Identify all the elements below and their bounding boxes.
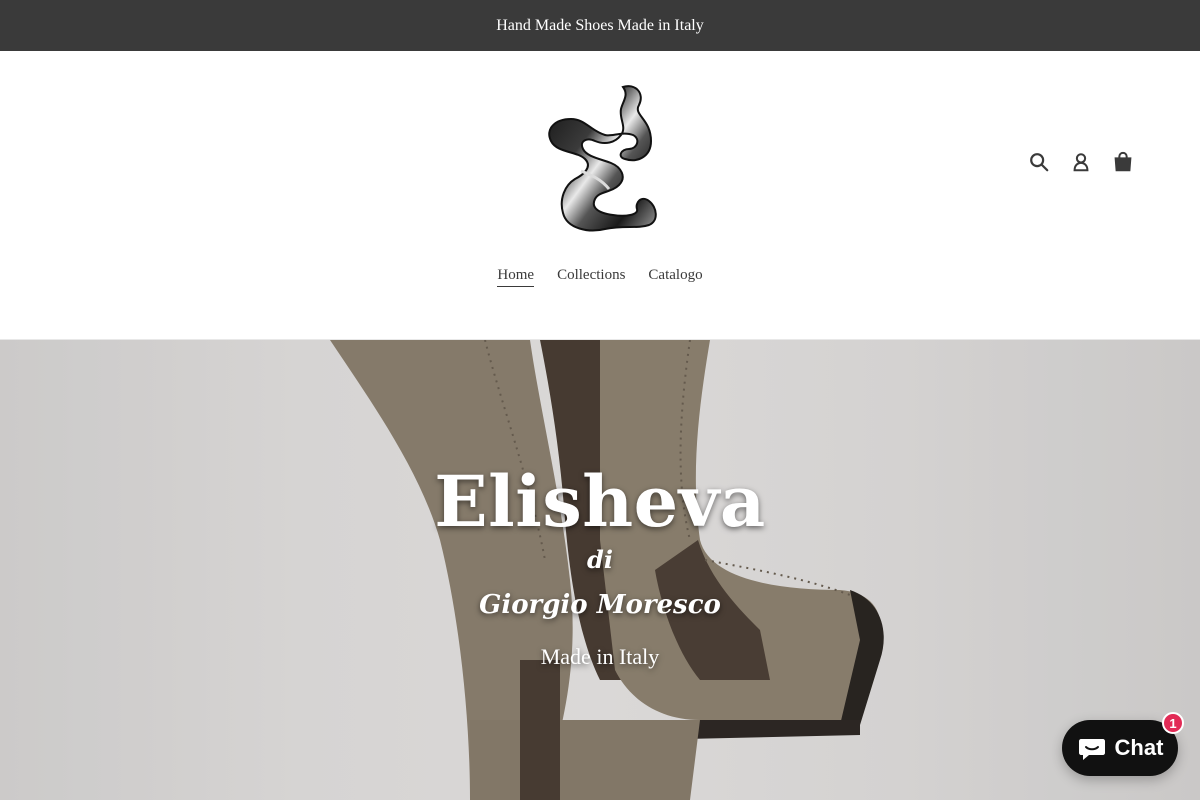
hero-subtitle: Made in Italy xyxy=(540,644,660,669)
search-icon[interactable] xyxy=(1026,149,1052,175)
cart-icon[interactable] xyxy=(1110,149,1136,175)
brand-logo[interactable] xyxy=(525,79,675,239)
account-icon[interactable] xyxy=(1068,149,1094,175)
hero-di: di xyxy=(587,545,613,574)
hero-name: Giorgio Moresco xyxy=(479,590,721,620)
chat-label: Chat xyxy=(1114,735,1164,760)
hero-title: Elisheva xyxy=(434,460,766,543)
chat-notification-badge: 1 xyxy=(1162,712,1184,734)
chat-bubble-icon xyxy=(1078,739,1105,760)
header-icons xyxy=(1026,149,1136,175)
nav-item-collections[interactable]: Collections xyxy=(557,267,625,287)
nav-item-catalogo[interactable]: Catalogo xyxy=(648,267,702,287)
main-nav: Home Collections Catalogo xyxy=(0,267,1200,287)
nav-item-home[interactable]: Home xyxy=(497,267,535,287)
site-header: Home Collections Catalogo xyxy=(0,51,1200,340)
hero-banner: Elisheva di Giorgio Moresco Made in Ital… xyxy=(0,340,1200,800)
announcement-text: Hand Made Shoes Made in Italy xyxy=(496,16,704,34)
announcement-bar: Hand Made Shoes Made in Italy xyxy=(0,0,1200,51)
chat-button[interactable]: Chat xyxy=(1062,720,1178,776)
